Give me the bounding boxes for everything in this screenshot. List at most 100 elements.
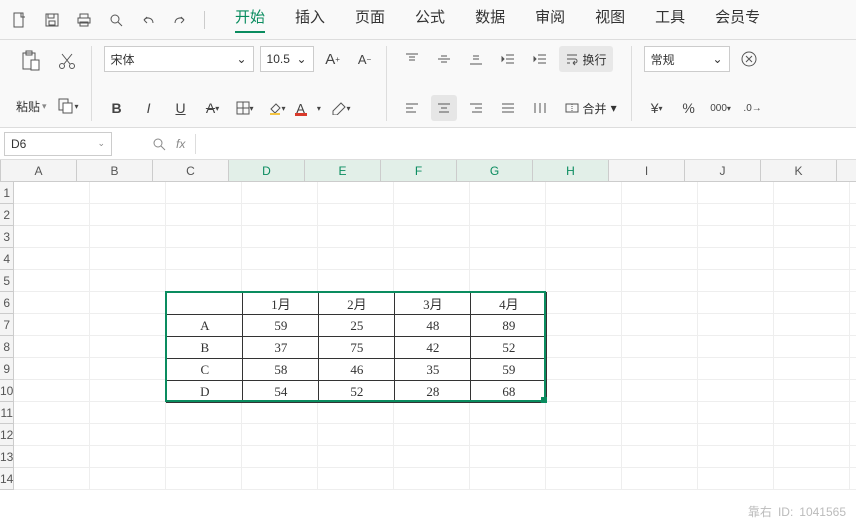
- row-header-14[interactable]: 14: [0, 468, 13, 490]
- cell-G12[interactable]: [470, 424, 546, 446]
- table-cell[interactable]: A: [167, 315, 243, 337]
- menu-tab-8[interactable]: 会员专: [715, 6, 760, 33]
- cell-A4[interactable]: [14, 248, 90, 270]
- menu-tab-2[interactable]: 页面: [355, 6, 385, 33]
- row-header-4[interactable]: 4: [0, 248, 13, 270]
- cell-K4[interactable]: [774, 248, 850, 270]
- cell-I13[interactable]: [622, 446, 698, 468]
- cell-E12[interactable]: [318, 424, 394, 446]
- copy-icon[interactable]: ▾: [53, 91, 83, 121]
- table-cell[interactable]: 54: [243, 381, 319, 403]
- table-cell[interactable]: B: [167, 337, 243, 359]
- cell-J8[interactable]: [698, 336, 774, 358]
- cell-E11[interactable]: [318, 402, 394, 424]
- cell-H3[interactable]: [546, 226, 622, 248]
- row-header-3[interactable]: 3: [0, 226, 13, 248]
- cell-I5[interactable]: [622, 270, 698, 292]
- cut-icon[interactable]: [52, 46, 82, 76]
- cell-C3[interactable]: [166, 226, 242, 248]
- fill-color-icon[interactable]: ▾: [264, 95, 290, 121]
- cell-L8[interactable]: [850, 336, 856, 358]
- cell-L13[interactable]: [850, 446, 856, 468]
- cell-A12[interactable]: [14, 424, 90, 446]
- menu-tab-0[interactable]: 开始: [235, 6, 265, 33]
- cell-L3[interactable]: [850, 226, 856, 248]
- cell-J12[interactable]: [698, 424, 774, 446]
- cell-L14[interactable]: [850, 468, 856, 490]
- cell-D14[interactable]: [242, 468, 318, 490]
- cell-J10[interactable]: [698, 380, 774, 402]
- menu-tab-3[interactable]: 公式: [415, 6, 445, 33]
- cell-A7[interactable]: [14, 314, 90, 336]
- cell-C12[interactable]: [166, 424, 242, 446]
- save-icon[interactable]: [38, 6, 66, 34]
- italic-button[interactable]: I: [136, 95, 162, 121]
- cell-L1[interactable]: [850, 182, 856, 204]
- table-header[interactable]: [167, 293, 243, 315]
- cell-H6[interactable]: [546, 292, 622, 314]
- cell-H8[interactable]: [546, 336, 622, 358]
- align-left-icon[interactable]: [399, 95, 425, 121]
- paste-button[interactable]: 粘贴▾: [16, 98, 47, 115]
- increase-indent-icon[interactable]: [527, 46, 553, 72]
- cell-C5[interactable]: [166, 270, 242, 292]
- cell-B6[interactable]: [90, 292, 166, 314]
- font-size-select[interactable]: 10.5⌄: [260, 46, 314, 72]
- table-cell[interactable]: D: [167, 381, 243, 403]
- cell-H5[interactable]: [546, 270, 622, 292]
- cell-C11[interactable]: [166, 402, 242, 424]
- cell-K1[interactable]: [774, 182, 850, 204]
- cell-H2[interactable]: [546, 204, 622, 226]
- cell-G5[interactable]: [470, 270, 546, 292]
- cell-D13[interactable]: [242, 446, 318, 468]
- align-justify-icon[interactable]: [495, 95, 521, 121]
- table-cell[interactable]: 35: [395, 359, 471, 381]
- cell-L7[interactable]: [850, 314, 856, 336]
- print-preview-icon[interactable]: [102, 6, 130, 34]
- table-cell[interactable]: 46: [319, 359, 395, 381]
- cell-G2[interactable]: [470, 204, 546, 226]
- cell-H9[interactable]: [546, 358, 622, 380]
- cell-E2[interactable]: [318, 204, 394, 226]
- col-header-J[interactable]: J: [685, 160, 761, 181]
- increase-font-icon[interactable]: A+: [320, 46, 346, 72]
- name-box[interactable]: D6 ⌄: [4, 132, 112, 156]
- cell-E5[interactable]: [318, 270, 394, 292]
- cell-I2[interactable]: [622, 204, 698, 226]
- align-bottom-icon[interactable]: [463, 46, 489, 72]
- col-header-B[interactable]: B: [77, 160, 153, 181]
- table-cell[interactable]: 59: [243, 315, 319, 337]
- cell-H1[interactable]: [546, 182, 622, 204]
- cell-A8[interactable]: [14, 336, 90, 358]
- cell-D11[interactable]: [242, 402, 318, 424]
- align-middle-icon[interactable]: [431, 46, 457, 72]
- fx-label[interactable]: fx: [176, 137, 185, 151]
- cell-D2[interactable]: [242, 204, 318, 226]
- clear-format-icon[interactable]: ▾: [328, 95, 354, 121]
- cell-I4[interactable]: [622, 248, 698, 270]
- cell-E14[interactable]: [318, 468, 394, 490]
- cell-B7[interactable]: [90, 314, 166, 336]
- redo-icon[interactable]: [166, 6, 194, 34]
- wrap-text-button[interactable]: 换行: [559, 46, 613, 72]
- row-header-11[interactable]: 11: [0, 402, 13, 424]
- cell-F2[interactable]: [394, 204, 470, 226]
- cell-D4[interactable]: [242, 248, 318, 270]
- cell-G14[interactable]: [470, 468, 546, 490]
- cell-K7[interactable]: [774, 314, 850, 336]
- strikethrough-icon[interactable]: A▾: [200, 95, 226, 121]
- cell-G1[interactable]: [470, 182, 546, 204]
- cell-I6[interactable]: [622, 292, 698, 314]
- font-name-select[interactable]: 宋体⌄: [104, 46, 254, 72]
- table-header[interactable]: 3月: [395, 293, 471, 315]
- cell-J9[interactable]: [698, 358, 774, 380]
- comma-style-icon[interactable]: 000▾: [708, 95, 734, 121]
- merge-button[interactable]: 合并▾: [559, 95, 623, 121]
- table-cell[interactable]: 42: [395, 337, 471, 359]
- menu-tab-7[interactable]: 工具: [655, 6, 685, 33]
- cell-H14[interactable]: [546, 468, 622, 490]
- col-header-C[interactable]: C: [153, 160, 229, 181]
- cell-F14[interactable]: [394, 468, 470, 490]
- row-header-12[interactable]: 12: [0, 424, 13, 446]
- cell-C4[interactable]: [166, 248, 242, 270]
